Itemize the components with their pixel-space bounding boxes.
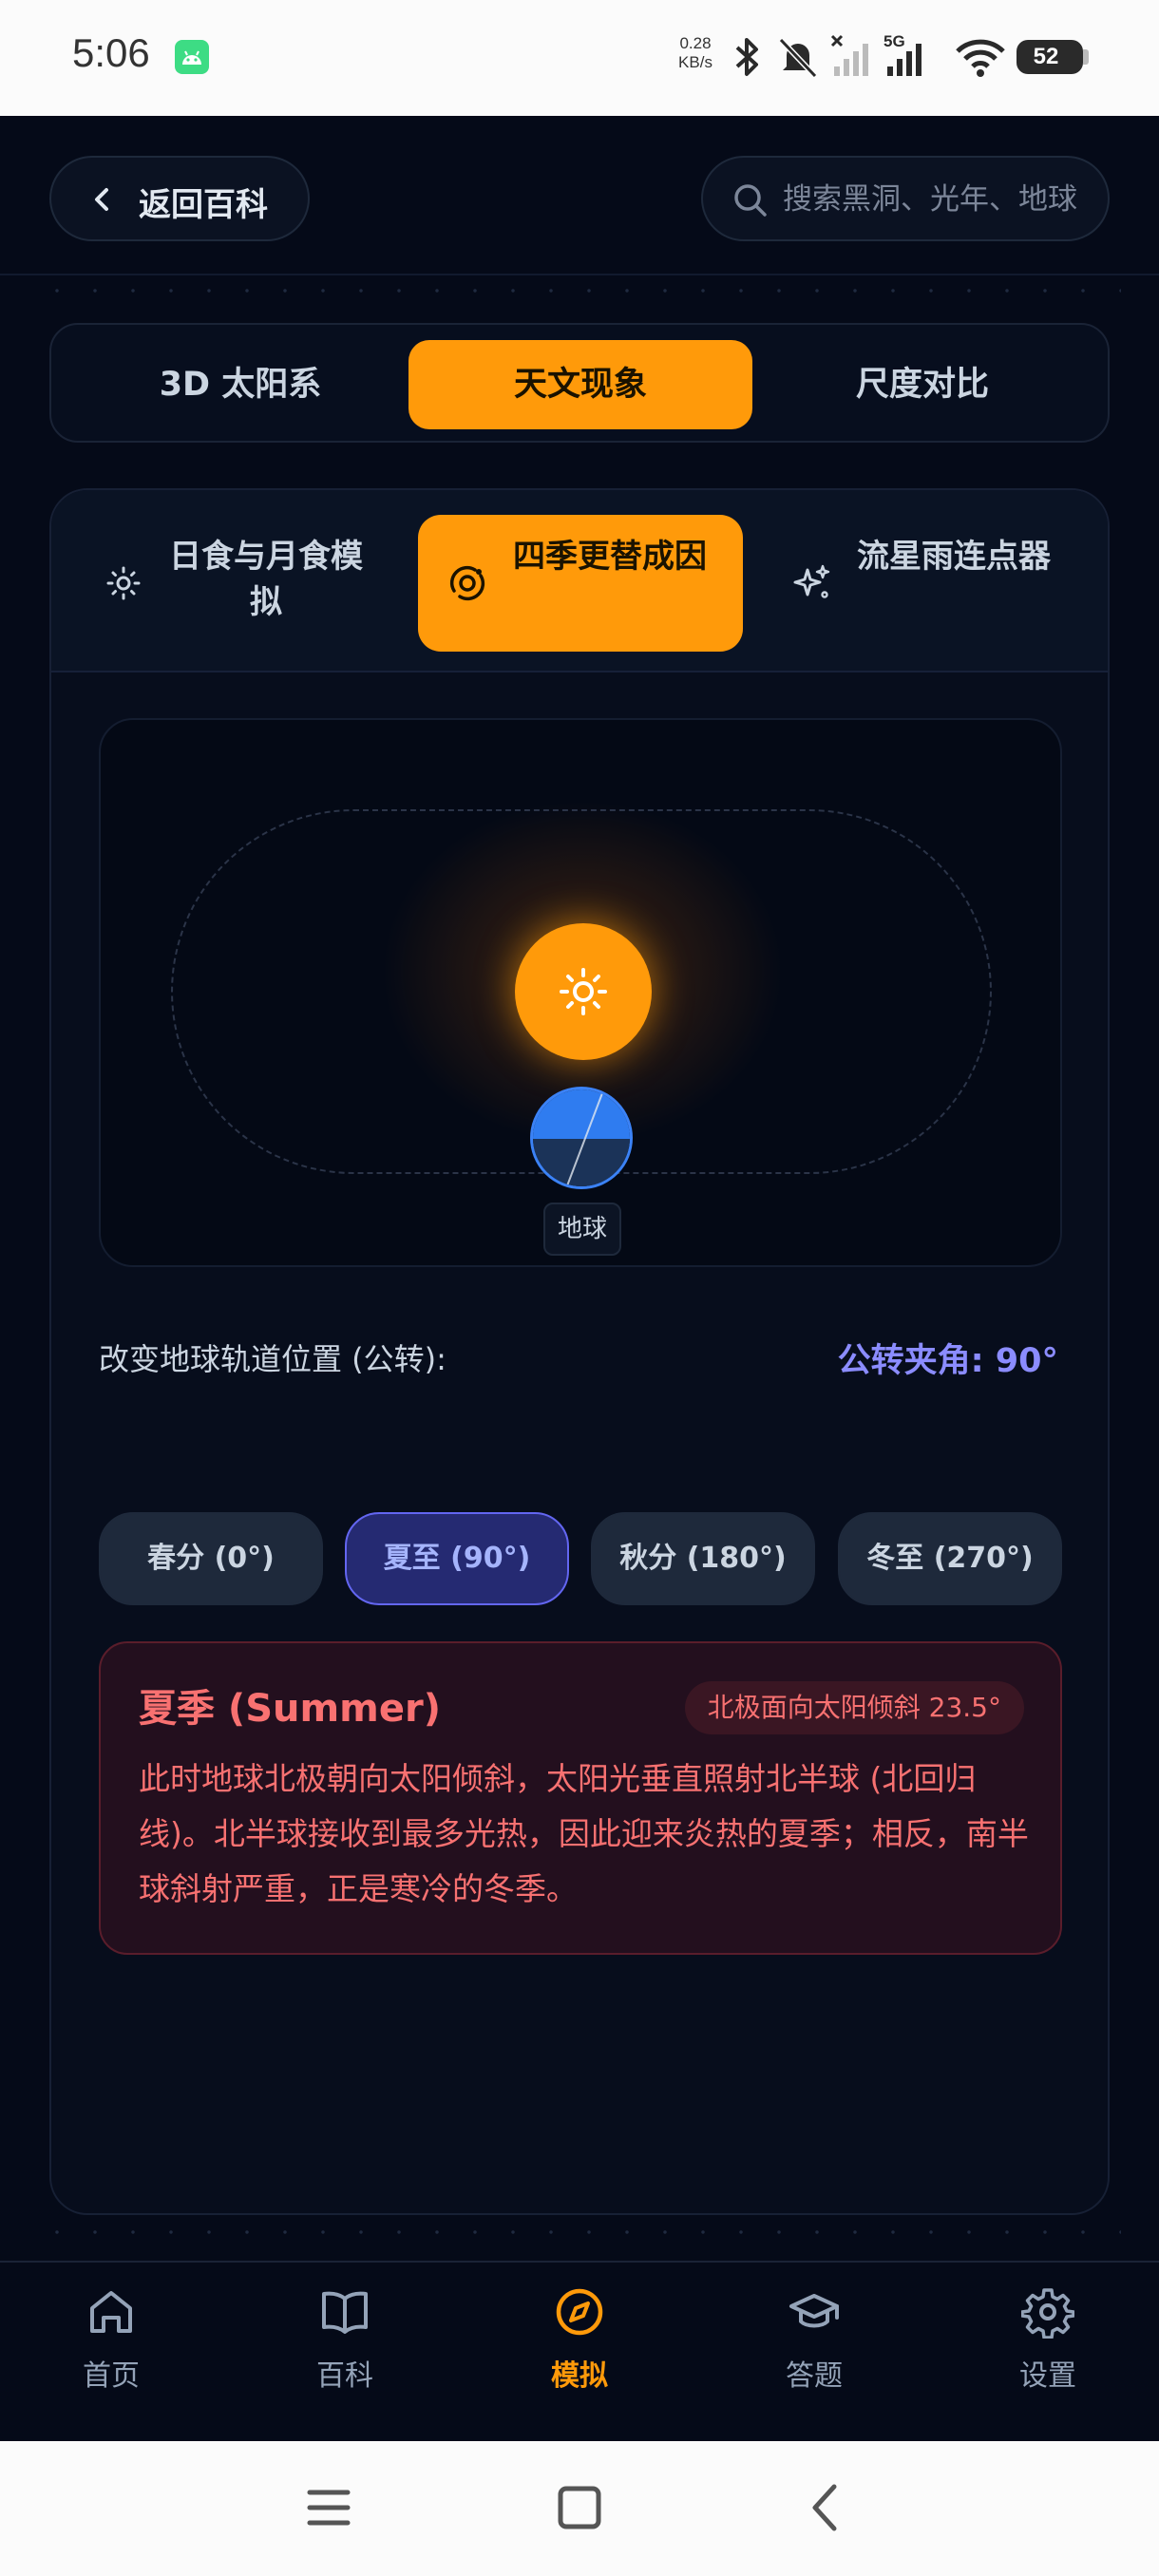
decor-dots-top — [38, 289, 1121, 293]
battery-cap — [1083, 49, 1089, 65]
search-icon — [732, 181, 770, 223]
battery-indicator: 52 — [1016, 40, 1083, 74]
nav-simulation-label: 模拟 — [551, 2359, 608, 2393]
net-speed-value: 0.28 — [679, 34, 712, 52]
nav-home[interactable]: 首页 — [40, 2285, 182, 2409]
wifi-icon — [954, 34, 1007, 84]
back-arrow-icon[interactable] — [804, 2479, 849, 2540]
back-label: 返回百科 — [139, 186, 268, 224]
nav-quiz[interactable]: 答题 — [743, 2285, 885, 2409]
mute-icon — [775, 34, 821, 84]
chevron-left-icon — [86, 182, 120, 220]
tab-astronomy-phenomena[interactable]: 天文现象 — [408, 340, 752, 429]
orbit-position-label: 改变地球轨道位置 (公转): — [99, 1341, 446, 1377]
sub-tabs: 日食与月食模拟 四季更替成因 流星雨连点器 — [51, 490, 1108, 672]
tab-scale-comparison[interactable]: 尺度对比 — [750, 340, 1094, 429]
nav-settings[interactable]: 设置 — [977, 2285, 1119, 2409]
subtab-seasons-label: 四季更替成因 — [513, 538, 707, 576]
bottom-nav: 首页 百科 模拟 答题 设置 — [0, 2261, 1159, 2441]
search-input[interactable] — [783, 177, 1102, 222]
android-notification-icon — [175, 40, 209, 74]
nav-settings-label: 设置 — [1019, 2359, 1076, 2393]
nav-home-label: 首页 — [83, 2359, 140, 2393]
season-info-card: 夏季 (Summer) 北极面向太阳倾斜 23.5° 此时地球北极朝向太阳倾斜，… — [99, 1641, 1062, 1955]
season-description: 此时地球北极朝向太阳倾斜，太阳光垂直照射北半球 (北回归线)。北半球接收到最多光… — [139, 1760, 1029, 1907]
bluetooth-icon — [728, 34, 766, 84]
home-icon — [85, 2285, 138, 2342]
network-type: 5G — [884, 32, 905, 50]
nav-simulation[interactable]: 模拟 — [508, 2285, 651, 2409]
tab-3d-solar-system[interactable]: 3D 太阳系 — [68, 340, 412, 429]
sun — [515, 923, 652, 1060]
nav-encyclopedia-label: 百科 — [316, 2359, 373, 2393]
compass-icon — [553, 2285, 606, 2342]
winter-solstice-button[interactable]: 冬至 (270°) — [838, 1512, 1062, 1605]
main-tabs: 3D 太阳系 天文现象 尺度对比 — [49, 323, 1110, 443]
sparkles-icon — [790, 562, 832, 608]
tilt-badge: 北极面向太阳倾斜 23.5° — [684, 1681, 1024, 1734]
search-box[interactable] — [701, 156, 1110, 241]
season-simulation-stage: 地球 — [99, 718, 1062, 1267]
earth[interactable] — [530, 1087, 633, 1189]
summer-solstice-button[interactable]: 夏至 (90°) — [345, 1512, 569, 1605]
net-speed-unit: KB/s — [678, 53, 712, 71]
signal-2-icon: 5G — [884, 32, 931, 84]
gear-icon — [1020, 2285, 1075, 2342]
book-icon — [318, 2285, 371, 2342]
app-screen: 返回百科 3D 太阳系 天文现象 尺度对比 日食与月食模拟 — [0, 116, 1159, 2441]
spring-equinox-button[interactable]: 春分 (0°) — [99, 1512, 323, 1605]
earth-axis — [565, 1089, 605, 1186]
season-title: 夏季 (Summer) — [139, 1687, 441, 1731]
top-bar: 返回百科 — [0, 116, 1159, 275]
earth-label: 地球 — [543, 1203, 621, 1256]
back-button[interactable]: 返回百科 — [49, 156, 310, 241]
subtab-meteor[interactable]: 流星雨连点器 — [762, 515, 1087, 652]
sun-icon — [555, 963, 612, 1024]
battery-level: 52 — [1033, 44, 1059, 69]
subtab-eclipse[interactable]: 日食与月食模拟 — [74, 515, 399, 652]
home-button-icon[interactable] — [553, 2479, 606, 2540]
system-navigation-bar — [0, 2441, 1159, 2576]
subtab-seasons[interactable]: 四季更替成因 — [418, 515, 743, 652]
sun-icon — [103, 562, 144, 608]
autumn-equinox-button[interactable]: 秋分 (180°) — [591, 1512, 815, 1605]
status-time: 5:06 — [72, 30, 150, 75]
signal-1-icon — [830, 34, 878, 84]
subtab-meteor-label: 流星雨连点器 — [857, 538, 1051, 576]
status-bar: 5:06 0.28 KB/s 5G 52 — [0, 0, 1159, 116]
orbit-icon — [446, 562, 488, 608]
decor-dots-bottom — [38, 2230, 1121, 2234]
graduation-cap-icon — [788, 2285, 841, 2342]
nav-encyclopedia[interactable]: 百科 — [274, 2285, 416, 2409]
menu-icon[interactable] — [306, 2479, 352, 2540]
nav-quiz-label: 答题 — [786, 2359, 843, 2393]
net-speed: 0.28 KB/s — [673, 34, 718, 72]
phenomena-panel: 日食与月食模拟 四季更替成因 流星雨连点器 地球 改变地球轨道位置 (公转): … — [49, 488, 1110, 2215]
subtab-eclipse-label: 日食与月食模拟 — [169, 538, 363, 621]
orbit-angle-readout: 公转夹角: 90° — [837, 1342, 1058, 1380]
